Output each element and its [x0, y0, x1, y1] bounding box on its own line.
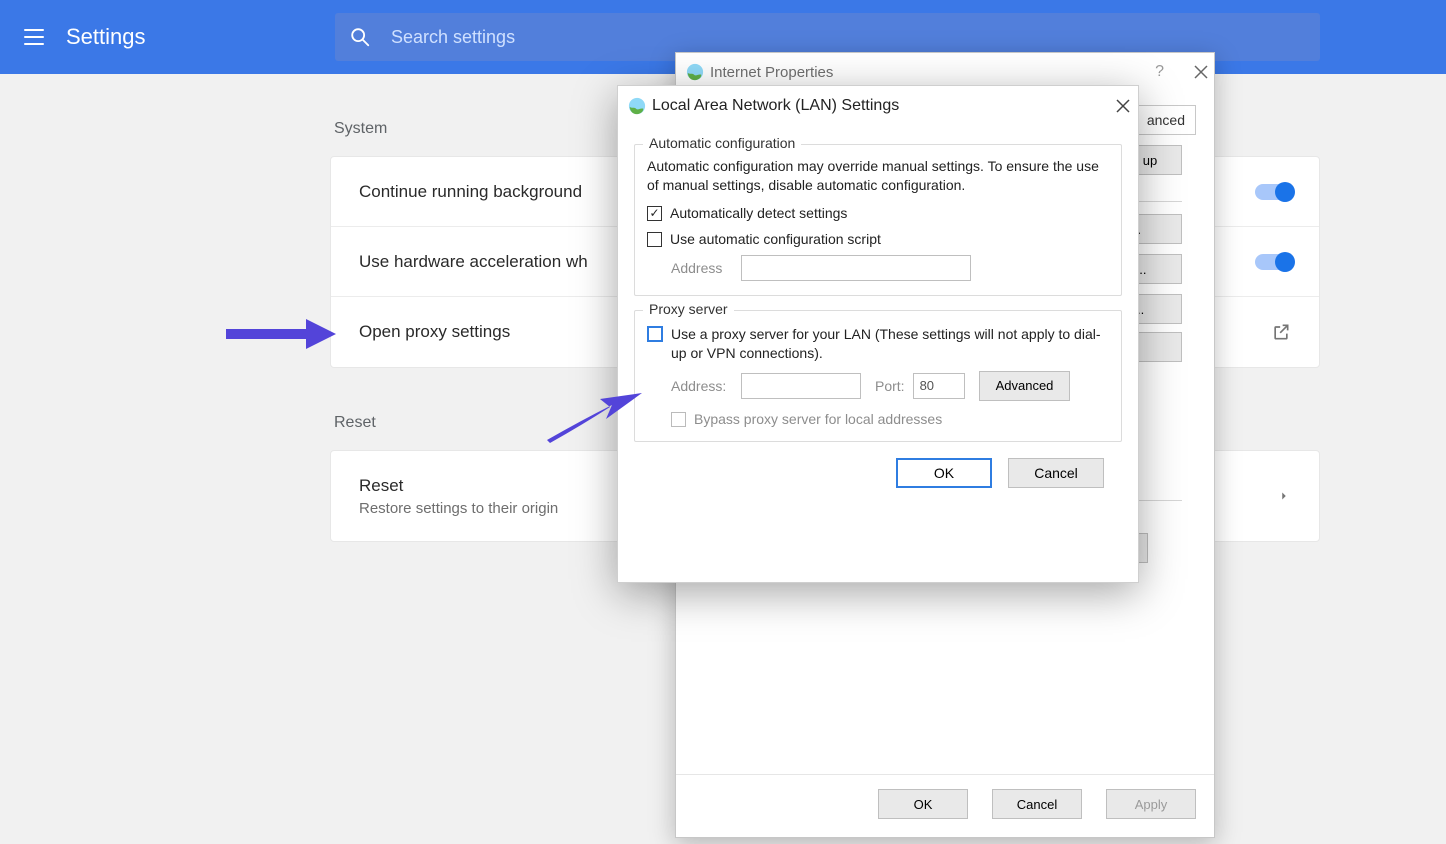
checkbox-icon[interactable] [647, 232, 662, 247]
checkbox-icon[interactable] [671, 412, 686, 427]
cancel-button[interactable]: Cancel [992, 789, 1082, 819]
proxy-legend: Proxy server [643, 301, 734, 317]
lan-body: Automatic configuration Automatic config… [618, 126, 1138, 502]
help-icon[interactable]: ? [1155, 63, 1164, 81]
advanced-button[interactable]: Advanced [979, 371, 1071, 401]
ip-title: Internet Properties [710, 64, 1155, 81]
bypass-row[interactable]: Bypass proxy server for local addresses [671, 411, 1109, 427]
address-label: Address [671, 260, 741, 276]
bypass-label: Bypass proxy server for local addresses [694, 411, 942, 427]
search-input[interactable] [389, 26, 1320, 49]
use-proxy-label: Use a proxy server for your LAN (These s… [671, 325, 1109, 363]
cancel-button[interactable]: Cancel [1008, 458, 1104, 488]
script-address-row: Address [671, 255, 1109, 281]
page-title: Settings [66, 24, 146, 50]
proxy-address-input[interactable] [741, 373, 861, 399]
lan-footer: OK Cancel [634, 442, 1122, 488]
tab-advanced[interactable]: anced [1136, 105, 1196, 135]
ok-button[interactable]: OK [878, 789, 968, 819]
globe-icon [628, 97, 646, 115]
auto-config-group: Automatic configuration Automatic config… [634, 144, 1122, 296]
ip-footer: OK Cancel Apply [676, 774, 1214, 837]
lan-settings-dialog: Local Area Network (LAN) Settings Automa… [617, 85, 1139, 583]
proxy-server-group: Proxy server Use a proxy server for your… [634, 310, 1122, 442]
external-link-icon [1271, 322, 1291, 342]
checkbox-checked-icon[interactable] [647, 206, 662, 221]
proxy-address-row: Address: Port: Advanced [671, 371, 1109, 401]
auto-config-legend: Automatic configuration [643, 135, 801, 151]
proxy-address-label: Address: [671, 378, 741, 394]
proxy-port-label: Port: [875, 378, 905, 394]
checkbox-icon[interactable] [647, 326, 663, 342]
auto-script-row[interactable]: Use automatic configuration script [647, 231, 1109, 247]
auto-script-label: Use automatic configuration script [670, 231, 881, 247]
lan-titlebar: Local Area Network (LAN) Settings [618, 86, 1138, 126]
search-icon [349, 26, 371, 48]
proxy-port-input[interactable] [913, 373, 965, 399]
auto-config-desc: Automatic configuration may override man… [647, 157, 1109, 195]
ok-button[interactable]: OK [896, 458, 992, 488]
auto-detect-label: Automatically detect settings [670, 205, 847, 221]
auto-detect-row[interactable]: Automatically detect settings [647, 205, 1109, 221]
chevron-right-icon [1277, 489, 1291, 503]
lan-title: Local Area Network (LAN) Settings [652, 97, 1116, 115]
script-address-input[interactable] [741, 255, 971, 281]
toggle-on[interactable] [1255, 254, 1291, 270]
menu-icon[interactable] [24, 29, 44, 45]
use-proxy-row[interactable]: Use a proxy server for your LAN (These s… [647, 325, 1109, 363]
annotation-arrow-icon [226, 316, 336, 352]
toggle-on[interactable] [1255, 184, 1291, 200]
annotation-arrow-icon [542, 385, 652, 445]
apply-button[interactable]: Apply [1106, 789, 1196, 819]
globe-icon [686, 63, 704, 81]
close-icon[interactable] [1116, 99, 1130, 113]
close-icon[interactable] [1194, 65, 1208, 79]
